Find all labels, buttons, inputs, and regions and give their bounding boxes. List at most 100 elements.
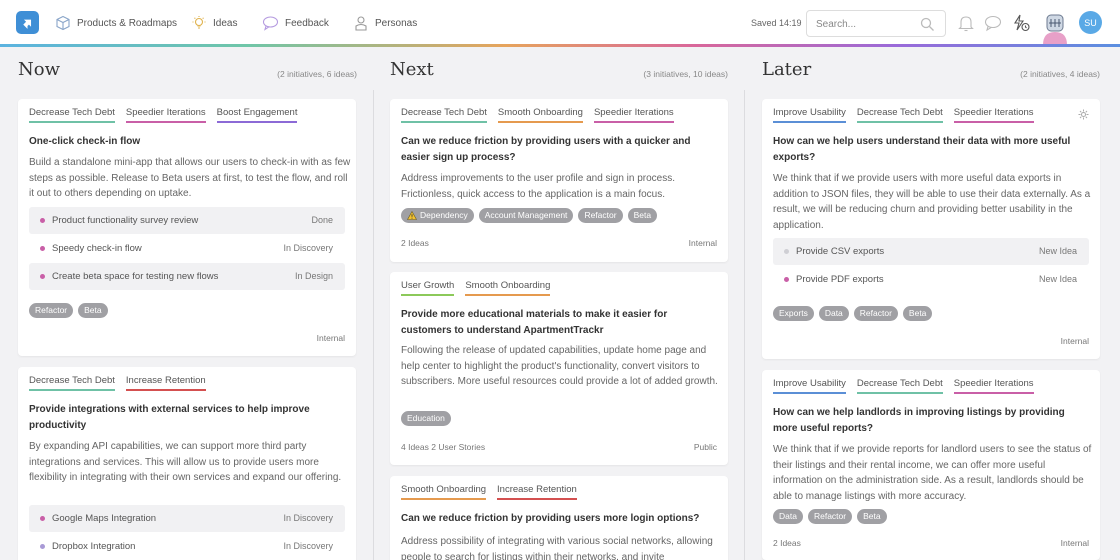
card-description: Following the release of updated capabil… — [401, 345, 718, 387]
tag-improve-usability[interactable]: Improve Usability — [773, 107, 846, 123]
tag-user-growth[interactable]: User Growth — [401, 280, 455, 296]
chat-icon[interactable] — [983, 13, 1003, 33]
list-item[interactable]: Provide CSV exports New Idea — [773, 238, 1089, 265]
label-pill[interactable]: Beta — [857, 509, 887, 524]
list-item[interactable]: Dropbox Integration In Discovery — [29, 533, 345, 560]
speech-bubble-icon — [262, 16, 279, 31]
label-pill[interactable]: Data — [818, 306, 849, 321]
column-header: Later (2 initiatives, 4 ideas) — [762, 47, 1100, 97]
tag-speedier-iterations[interactable]: Speedier Iterations — [125, 107, 206, 123]
idea-status: In Discovery — [283, 541, 333, 551]
tag-decrease-tech-debt[interactable]: Decrease Tech Debt — [29, 107, 115, 123]
tag-decrease-tech-debt[interactable]: Decrease Tech Debt — [29, 375, 115, 391]
card-title[interactable]: One-click check-in flow — [29, 134, 345, 150]
initiative-card[interactable]: Decrease Tech Debt Smooth Onboarding Spe… — [390, 99, 728, 262]
idea-list: Google Maps Integration In Discovery Dro… — [29, 505, 345, 560]
idea-label: Dropbox Integration — [52, 541, 136, 552]
label-pill[interactable]: Data — [773, 509, 803, 524]
search-icon[interactable] — [920, 17, 935, 32]
tag-decrease-tech-debt[interactable]: Decrease Tech Debt — [856, 378, 943, 394]
column-count: (2 initiatives, 4 ideas) — [1020, 69, 1100, 79]
label-pill[interactable]: Education — [401, 411, 451, 426]
label-pill[interactable]: Refactor — [807, 509, 853, 524]
list-item[interactable]: Product functionality survey review Done — [29, 207, 345, 234]
label-pill[interactable]: Beta — [78, 303, 108, 318]
label-pill[interactable]: Refactor — [853, 306, 898, 321]
tag-list: Smooth Onboarding Increase Retention — [401, 484, 577, 500]
tag-smooth-onboarding[interactable]: Smooth Onboarding — [497, 107, 583, 123]
list-item[interactable]: Google Maps Integration In Discovery — [29, 505, 345, 532]
label-pill[interactable]: Beta — [902, 306, 933, 321]
label-list: Refactor Beta — [29, 303, 108, 318]
tag-speedier-iterations[interactable]: Speedier Iterations — [593, 107, 674, 123]
list-item[interactable]: Create beta space for testing new flows … — [29, 263, 345, 290]
status-dot — [784, 277, 789, 282]
label-pill[interactable]: Exports — [773, 306, 814, 321]
column-title: Now — [18, 59, 60, 80]
idea-status: New Idea — [1038, 274, 1077, 284]
tag-smooth-onboarding[interactable]: Smooth Onboarding — [401, 484, 487, 500]
visibility-label: Internal — [1060, 538, 1089, 548]
tag-improve-usability[interactable]: Improve Usability — [773, 378, 846, 394]
idea-list: Provide CSV exports New Idea Provide PDF… — [773, 238, 1089, 294]
tag-smooth-onboarding[interactable]: Smooth Onboarding — [465, 280, 551, 296]
app-logo[interactable] — [16, 11, 39, 34]
visibility-label: Internal — [688, 238, 717, 248]
card-title[interactable]: Provide integrations with external servi… — [29, 402, 345, 434]
search-box[interactable] — [806, 10, 946, 37]
label-pill[interactable]: Beta — [627, 208, 658, 223]
idea-status: In Discovery — [283, 513, 333, 523]
visibility-label: Internal — [1060, 336, 1089, 346]
nav-personas[interactable]: Personas — [353, 13, 417, 33]
list-item[interactable]: Speedy check-in flow In Discovery — [29, 235, 345, 262]
status-dot — [40, 246, 45, 251]
bell-icon[interactable] — [956, 13, 976, 33]
initiative-card[interactable]: Decrease Tech Debt Speedier Iterations B… — [18, 99, 356, 356]
tag-boost-engagement[interactable]: Boost Engagement — [216, 107, 298, 123]
initiative-card[interactable]: Smooth Onboarding Increase Retention Can… — [390, 476, 728, 560]
settings-icon[interactable] — [1078, 109, 1089, 120]
card-title[interactable]: Provide more educational materials to ma… — [401, 307, 717, 339]
status-dot — [40, 274, 45, 279]
nav-label: Products & Roadmaps — [77, 17, 178, 29]
column-next: Next (3 initiatives, 10 ideas) Decrease … — [390, 47, 728, 560]
list-item[interactable]: Provide PDF exports New Idea — [773, 266, 1089, 293]
status-dot — [40, 544, 45, 549]
nav-ideas[interactable]: Ideas — [191, 13, 237, 33]
tag-list: Improve Usability Decrease Tech Debt Spe… — [773, 107, 1034, 123]
cube-icon — [56, 15, 70, 31]
card-title[interactable]: Can we reduce friction by providing user… — [401, 134, 717, 166]
card-title[interactable]: How can we help users understand their d… — [773, 134, 1089, 166]
developer-avatar[interactable] — [1040, 10, 1070, 45]
label-pill-dependency[interactable]: Dependency — [401, 208, 474, 223]
tag-speedier-iterations[interactable]: Speedier Iterations — [953, 107, 1034, 123]
lightning-settings-icon[interactable] — [1011, 13, 1031, 33]
tag-decrease-tech-debt[interactable]: Decrease Tech Debt — [856, 107, 943, 123]
tag-speedier-iterations[interactable]: Speedier Iterations — [953, 378, 1034, 394]
search-input[interactable] — [816, 17, 916, 31]
tag-increase-retention[interactable]: Increase Retention — [497, 484, 577, 500]
initiative-card[interactable]: User Growth Smooth Onboarding Provide mo… — [390, 272, 728, 465]
tag-list: User Growth Smooth Onboarding — [401, 280, 551, 296]
card-description: We think that if we provide reports for … — [773, 444, 1092, 502]
lightbulb-icon — [192, 16, 206, 29]
initiative-card[interactable]: Decrease Tech Debt Increase Retention Pr… — [18, 367, 356, 560]
initiative-card[interactable]: Improve Usability Decrease Tech Debt Spe… — [762, 99, 1100, 359]
nav-label: Ideas — [213, 17, 238, 29]
nav-products-roadmaps[interactable]: Products & Roadmaps — [55, 13, 177, 33]
column-count: (2 initiatives, 6 ideas) — [277, 69, 357, 79]
user-avatar[interactable]: SU — [1079, 11, 1102, 34]
initiative-card[interactable]: Improve Usability Decrease Tech Debt Spe… — [762, 370, 1100, 560]
label-pill[interactable]: Refactor — [29, 303, 74, 318]
idea-label: Create beta space for testing new flows — [52, 271, 219, 282]
idea-label: Speedy check-in flow — [52, 243, 142, 254]
nav-feedback[interactable]: Feedback — [262, 13, 329, 33]
card-title[interactable]: How can we help landlords in improving l… — [773, 405, 1089, 437]
tag-decrease-tech-debt[interactable]: Decrease Tech Debt — [401, 107, 487, 123]
label-pill[interactable]: Refactor — [578, 208, 623, 223]
column-divider — [373, 90, 374, 560]
label-pill[interactable]: Account Management — [478, 208, 574, 223]
card-title[interactable]: Can we reduce friction by providing user… — [401, 511, 717, 527]
visibility-label: Public — [693, 442, 717, 452]
tag-increase-retention[interactable]: Increase Retention — [125, 375, 206, 391]
